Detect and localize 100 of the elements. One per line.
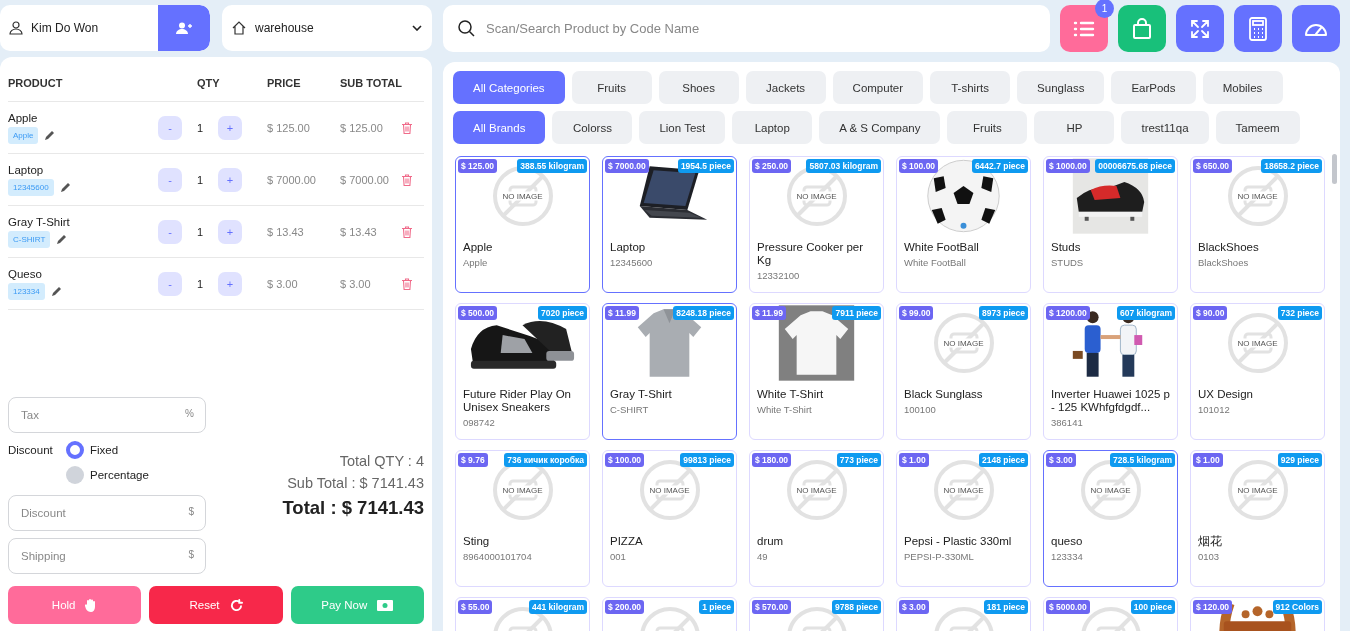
product-card[interactable]: NO IMAGE Sting 8964000101704 $ 9.76 736 кичик коробка (455, 450, 590, 587)
product-name: queso (1051, 535, 1084, 548)
customer-name[interactable]: Kim Do Won (31, 21, 99, 35)
trash-icon[interactable] (402, 173, 412, 186)
product-card[interactable]: $ 55.00 441 kilogram (455, 597, 590, 631)
product-name: Queso (8, 267, 42, 280)
trash-icon[interactable] (402, 277, 412, 290)
pencil-icon[interactable] (56, 233, 68, 245)
category-tab[interactable]: EarPods (1111, 71, 1196, 104)
category-tab[interactable]: Sunglass (1017, 71, 1105, 104)
scrollbar-thumb[interactable] (1332, 154, 1337, 184)
product-name: Laptop (8, 163, 44, 176)
price-badge: $ 11.99 (752, 306, 786, 320)
product-card[interactable]: NO IMAGE UX Design 101012 $ 90.00 732 piece (1190, 303, 1325, 440)
stock-badge: 1 piece (699, 600, 734, 614)
brand-tab[interactable]: Colorss (552, 111, 633, 144)
product-name: PIZZA (610, 535, 644, 548)
product-card[interactable]: Gray T-Shirt C-SHIRT $ 11.99 8248.18 piece (602, 303, 737, 440)
product-card[interactable]: $ 3.00 181 piece (896, 597, 1031, 631)
add-customer-button[interactable] (158, 5, 210, 51)
product-card[interactable]: Studs STUDS $ 1000.00 00006675.68 piece (1043, 156, 1178, 293)
quantity: 1 (195, 277, 205, 290)
brand-tab[interactable]: All Brands (453, 111, 546, 144)
product-code: 8964000101704 (463, 551, 533, 562)
stock-badge: 388.55 kilogram (517, 159, 587, 173)
search-field[interactable]: Scan/Search Product by Code Name (443, 5, 1050, 52)
price-badge: $ 11.99 (605, 306, 639, 320)
product-card[interactable]: $ 200.00 1 piece (602, 597, 737, 631)
category-tab[interactable]: All Categories (453, 71, 565, 104)
product-card[interactable]: NO IMAGE queso 123334 $ 3.00 728.5 kilogram (1043, 450, 1178, 587)
stock-badge: 732 piece (1277, 306, 1322, 320)
product-code: 49 (757, 551, 769, 562)
reset-button[interactable]: Reset (149, 586, 283, 624)
product-card[interactable]: NO IMAGE PIZZA 001 $ 100.00 99813 piece (602, 450, 737, 587)
brand-tab[interactable]: HP (1034, 111, 1115, 144)
product-card[interactable]: White T-Shirt White T-Shirt $ 11.99 7911 piece (749, 303, 884, 440)
trash-icon[interactable] (402, 225, 412, 238)
trash-icon[interactable] (402, 121, 412, 134)
toolbar-button[interactable] (1176, 5, 1224, 52)
category-tab[interactable]: Fruits (571, 71, 652, 104)
product-card[interactable]: White FootBall White FootBall $ 100.00 6442.7 piece (896, 156, 1031, 293)
product-code: 12332100 (757, 270, 801, 281)
category-tab[interactable]: Jackets (745, 71, 826, 104)
product-card[interactable]: Laptop 12345600 $ 7000.00 1954.5 piece (602, 156, 737, 293)
category-tab[interactable]: Shoes (658, 71, 739, 104)
category-tab[interactable]: Computer (832, 71, 924, 104)
brand-tab[interactable]: Lion Test (639, 111, 726, 144)
product-card[interactable]: NO IMAGE Pressure Cooker per Kg 12332100 $ 250.00 5807.03 kilogram (749, 156, 884, 293)
price-badge: $ 1200.00 (1046, 306, 1090, 320)
toolbar-button[interactable] (1234, 5, 1282, 52)
radio-button[interactable] (66, 466, 84, 484)
pencil-icon[interactable] (59, 181, 71, 193)
product-card[interactable]: NO IMAGE Apple Apple $ 125.00 388.55 kilogram (455, 156, 590, 293)
brand-tab[interactable]: Fruits (947, 111, 1028, 144)
radio-label[interactable]: Percentage (90, 469, 149, 481)
category-tab[interactable]: T-shirts (930, 71, 1011, 104)
pencil-icon[interactable] (44, 129, 56, 141)
no-image-label: NO IMAGE (795, 485, 838, 495)
stock-badge: 00006675.68 piece (1095, 159, 1175, 173)
user-icon (9, 21, 23, 35)
category-tab[interactable]: Mobiles (1202, 71, 1283, 104)
product-card[interactable]: Future Rider Play On Unisex Sneakers 098742 $ 500.00 7020 piece (455, 303, 590, 440)
no-image-label: NO IMAGE (648, 485, 691, 495)
product-code: White FootBall (904, 257, 967, 268)
bag-icon (1130, 16, 1154, 41)
total-quantity: Total QTY : 4 (339, 452, 424, 469)
product-card[interactable]: $ 5000.00 100 piece (1043, 597, 1178, 631)
product-card[interactable]: NO IMAGE Black Sunglass 100100 $ 99.00 8973 piece (896, 303, 1031, 440)
toolbar-button[interactable] (1292, 5, 1340, 52)
product-card[interactable]: NO IMAGE BlackShoes BlackShoes $ 650.00 18658.2 piece (1190, 156, 1325, 293)
brand-tab[interactable]: A & S Company (819, 111, 941, 144)
radio-label[interactable]: Fixed (90, 444, 119, 456)
toolbar-button[interactable] (1060, 5, 1108, 52)
radio-button[interactable] (66, 441, 84, 459)
warehouse-select[interactable]: warehouse (222, 5, 432, 51)
subtotal: $ 3.00 (340, 277, 372, 290)
product-name: Studs (1051, 241, 1082, 254)
price-badge: $ 9.76 (458, 453, 488, 467)
subtotal-amount: Sub Total : $ 7141.43 (287, 474, 424, 491)
price-badge: $ 55.00 (458, 600, 493, 614)
stock-badge: 7911 piece (832, 306, 881, 320)
stock-badge: 1954.5 piece (677, 159, 734, 173)
brand-tab[interactable]: Laptop (732, 111, 813, 144)
quantity: 1 (195, 225, 205, 238)
stock-badge: 6442.7 piece (971, 159, 1028, 173)
brand-tab[interactable]: Tameem (1215, 111, 1300, 144)
product-card[interactable]: NO IMAGE drum 49 $ 180.00 773 piece (749, 450, 884, 587)
pencil-icon[interactable] (50, 285, 62, 297)
price-badge: $ 90.00 (1193, 306, 1228, 320)
price: $ 3.00 (267, 277, 299, 290)
product-card[interactable]: NO IMAGE 烟花 0103 $ 1.00 929 piece (1190, 450, 1325, 587)
price-badge: $ 180.00 (752, 453, 792, 467)
product-card[interactable]: Inverter Huawei 1025 p - 125 KWhfgfdgdf... 386141 $ 1200.00 607 kilogram (1043, 303, 1178, 440)
brand-tab[interactable]: trest11qa (1121, 111, 1209, 144)
product-card[interactable]: $ 120.00 912 Colors (1190, 597, 1325, 631)
no-image-label: NO IMAGE (1236, 485, 1279, 495)
product-card[interactable]: NO IMAGE Pepsi - Plastic 330ml PEPSI-P-330ML $ 1.00 2148 piece (896, 450, 1031, 587)
refresh-icon (229, 598, 243, 612)
product-card[interactable]: $ 570.00 9788 piece (749, 597, 884, 631)
toolbar-button[interactable] (1118, 5, 1166, 52)
